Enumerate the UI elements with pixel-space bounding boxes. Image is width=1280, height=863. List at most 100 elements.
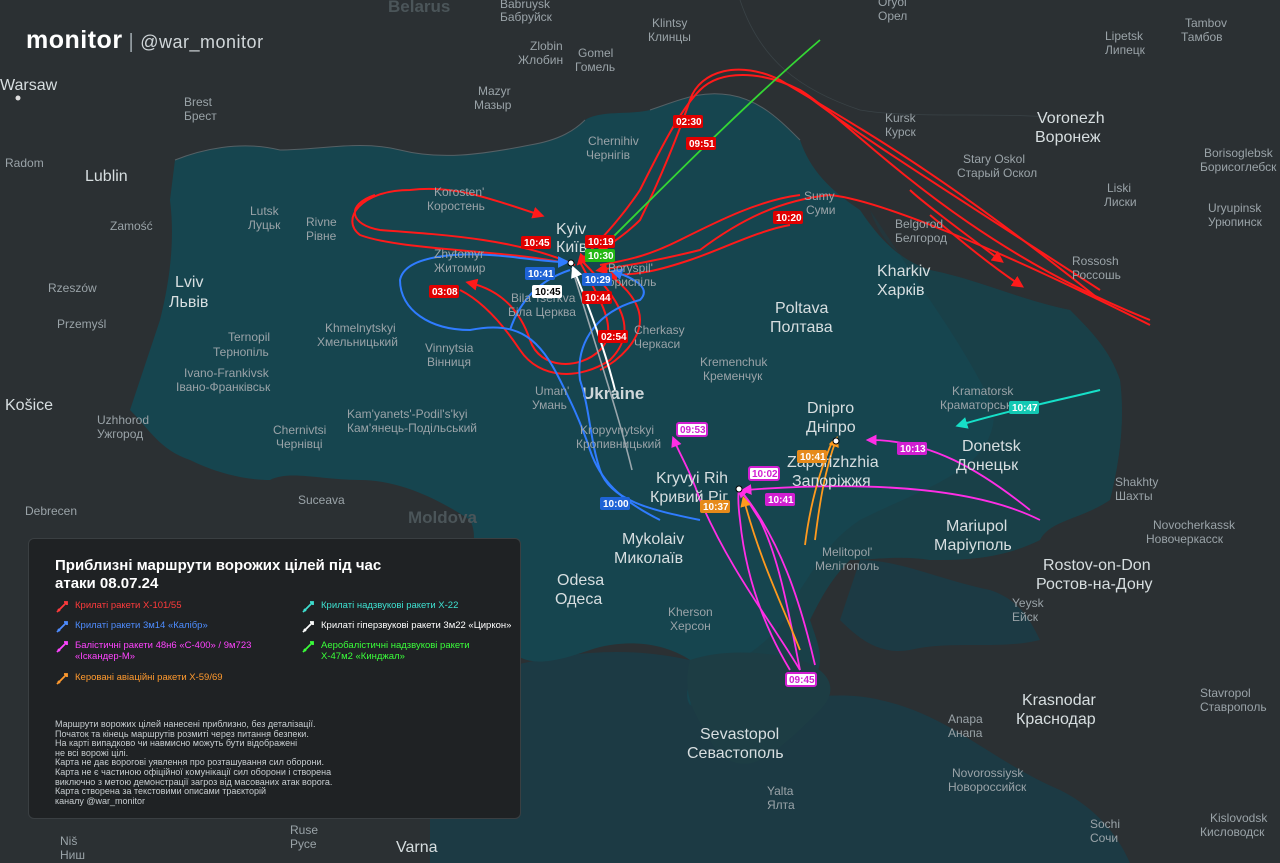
time-label: 10:41 xyxy=(797,450,827,463)
brand-separator: | xyxy=(128,31,135,53)
city-lutsk: Lutsk xyxy=(250,204,280,218)
city-belgorod: Belgorod xyxy=(895,217,943,231)
city-novocherkassk: Novocherkassk xyxy=(1153,518,1236,532)
city-borisoglebsk: Borisoglebsk xyxy=(1204,146,1274,160)
svg-text:10:13: 10:13 xyxy=(900,444,926,455)
city-tambov-cyr: Тамбов xyxy=(1181,30,1223,44)
rocket-icon xyxy=(56,601,68,613)
city-voronezh: Voronezh xyxy=(1037,110,1105,127)
legend-item-kalibr: Крилаті ракети 3м14 «Калібр» xyxy=(55,620,265,634)
city-uryupinsk: Uryupinsk xyxy=(1208,201,1262,215)
city-sochi-cyr: Сочи xyxy=(1090,831,1118,845)
time-label: 10:44 xyxy=(582,291,612,304)
svg-text:10:41: 10:41 xyxy=(800,452,826,463)
city-boryspil: Boryspil' xyxy=(608,261,653,275)
city-lviv: Lviv xyxy=(175,274,203,291)
city-ternopil: Ternopil xyxy=(228,330,270,344)
city-melitopol-cyr: Мелітополь xyxy=(815,559,879,573)
city-sochi: Sochi xyxy=(1090,817,1120,831)
legend-label: Крилаті ракети 3м14 «Калібр» xyxy=(75,620,208,631)
brand-name: monitor xyxy=(26,26,123,54)
city-chernihiv: Chernihiv xyxy=(588,134,639,148)
city-rossosh: Rossosh xyxy=(1072,254,1119,268)
city-dnipro-cyr: Дніпро xyxy=(806,419,856,436)
city-yalta-cyr: Ялта xyxy=(767,798,795,812)
city-rivne: Rivne xyxy=(306,215,337,229)
svg-text:10:29: 10:29 xyxy=(585,275,611,286)
city-kharkiv-cyr: Харків xyxy=(877,282,925,299)
rocket-icon xyxy=(56,641,68,653)
city-korosten-cyr: Коростень xyxy=(427,199,485,213)
city-poltava: Poltava xyxy=(775,300,828,317)
city-rostov: Rostov-on-Don xyxy=(1043,557,1151,574)
svg-text:03:08: 03:08 xyxy=(432,287,458,298)
city-rostov-cyr: Ростов-на-Дону xyxy=(1036,576,1153,593)
city-cherkasy-cyr: Черкаси xyxy=(634,337,680,351)
legend-item-kinzhal: Аеробалістичні надзвукові ракети Х-47м2 … xyxy=(301,640,486,662)
time-label: 10:20 xyxy=(773,211,803,224)
city-anapa: Anapa xyxy=(948,712,983,726)
brand-logo: monitor | @war_monitor xyxy=(26,26,264,55)
city-ternopil-cyr: Тернопіль xyxy=(213,345,269,359)
city-rossosh-cyr: Россошь xyxy=(1072,268,1121,282)
city-gomel: Gomel xyxy=(578,46,613,60)
city-krasnodar-cyr: Краснодар xyxy=(1016,711,1096,728)
city-staryoskol-cyr: Старый Оскол xyxy=(957,166,1037,180)
city-mariupol-cyr: Маріуполь xyxy=(934,537,1012,554)
svg-text:10:45: 10:45 xyxy=(524,238,550,249)
time-label: 10:37 xyxy=(700,500,730,513)
city-cherkasy: Cherkasy xyxy=(634,323,685,337)
city-kislovodsk-cyr: Кисловодск xyxy=(1200,825,1265,839)
city-babruysk-cyr: Бабруйск xyxy=(500,10,553,24)
time-label: 10:30 xyxy=(585,249,615,262)
svg-text:02:54: 02:54 xyxy=(601,332,627,343)
svg-text:10:02: 10:02 xyxy=(752,469,778,480)
city-kamianets-cyr: Кам'янець-Подільський xyxy=(347,421,477,435)
city-varna: Varna xyxy=(396,839,438,856)
city-chernivtsi: Chernivtsi xyxy=(273,423,326,437)
city-shakhty-cyr: Шахты xyxy=(1115,489,1153,503)
city-kharkiv: Kharkiv xyxy=(877,263,930,280)
city-novocherkassk-cyr: Новочеркасск xyxy=(1146,532,1224,546)
svg-text:10:44: 10:44 xyxy=(585,293,611,304)
city-orel: Oryol xyxy=(878,0,907,9)
time-label: 02:54 xyxy=(598,330,628,343)
svg-text:10:37: 10:37 xyxy=(703,502,729,513)
city-sumy-cyr: Суми xyxy=(806,203,835,217)
city-warsaw: Warsaw xyxy=(0,77,58,94)
city-chernihiv-cyr: Чернігів xyxy=(586,148,630,162)
rocket-icon xyxy=(302,621,314,633)
city-vinnytsia-cyr: Вінниця xyxy=(427,355,471,369)
city-yalta: Yalta xyxy=(767,784,794,798)
city-kamianets: Kam'yanets'-Podil's'kyi xyxy=(347,407,468,421)
time-label: 03:08 xyxy=(429,285,459,298)
legend-item-kh22: Крилаті надзвукові ракети Х-22 xyxy=(301,600,511,614)
city-novorossiysk: Novorossiysk xyxy=(952,766,1024,780)
city-poltava-cyr: Полтава xyxy=(770,319,833,336)
svg-text:10:00: 10:00 xyxy=(603,499,629,510)
svg-text:09:51: 09:51 xyxy=(689,139,715,150)
city-klintsy: Klintsy xyxy=(652,16,687,30)
city-dnipro: Dnipro xyxy=(807,400,854,417)
city-vinnytsia: Vinnytsia xyxy=(425,341,474,355)
city-uzhhorod-cyr: Ужгород xyxy=(97,427,143,441)
city-debrecen: Debrecen xyxy=(25,504,77,518)
city-zaporizhzhia-cyr: Запоріжжя xyxy=(792,473,871,490)
city-zlobin: Zlobin xyxy=(530,39,563,53)
city-brest-cyr: Брест xyxy=(184,109,217,123)
city-brest: Brest xyxy=(184,95,213,109)
country-belarus: Belarus xyxy=(388,0,450,16)
city-kursk: Kursk xyxy=(885,111,917,125)
svg-text:10:41: 10:41 xyxy=(528,269,554,280)
svg-text:10:41: 10:41 xyxy=(768,495,794,506)
city-melitopol: Melitopol' xyxy=(822,545,872,559)
city-uzhhorod: Uzhhorod xyxy=(97,413,149,427)
rocket-icon xyxy=(56,673,68,685)
city-liski: Liski xyxy=(1107,181,1131,195)
city-kyiv: Kyiv xyxy=(556,221,586,238)
city-khmelnytskyi-cyr: Хмельницький xyxy=(317,335,398,349)
city-sumy: Sumy xyxy=(804,189,835,203)
time-label: 09:51 xyxy=(686,137,716,150)
city-mykolaiv: Mykolaiv xyxy=(622,531,684,548)
legend-label: Крилаті ракети Х-101/55 xyxy=(75,600,182,611)
